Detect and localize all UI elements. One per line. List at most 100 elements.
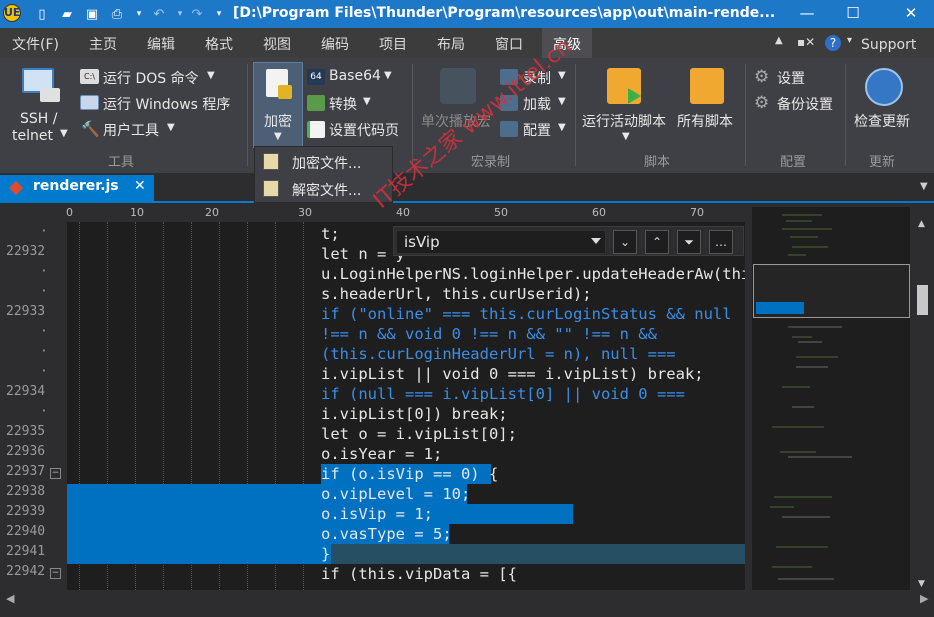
base64-dropdown-icon[interactable]: ▼: [384, 70, 392, 81]
base64-button[interactable]: Base64: [329, 68, 381, 84]
print-icon[interactable]: ⎙: [108, 5, 126, 23]
find-previous-button[interactable]: ⌃: [645, 230, 669, 254]
ruler-label: 50: [494, 206, 508, 219]
column-ruler: 0 10 20 30 40 50 60 70: [0, 205, 745, 222]
open-folder-icon[interactable]: ▰: [58, 5, 76, 23]
help-icon[interactable]: ?: [825, 35, 841, 51]
ssh-dropdown-icon[interactable]: ▼: [60, 128, 68, 139]
menu-encoding[interactable]: 编码: [321, 34, 349, 54]
find-input[interactable]: isVip: [396, 230, 606, 254]
undo-icon[interactable]: ↶: [150, 5, 168, 23]
config-macro-button[interactable]: 配置: [523, 120, 551, 140]
line-number: 22933: [6, 304, 46, 319]
run-windows-button[interactable]: 运行 Windows 程序: [103, 94, 230, 114]
dos-command-icon: C:\: [80, 69, 99, 84]
scroll-up-icon[interactable]: ▲: [918, 219, 925, 229]
ssh-label[interactable]: SSH /: [20, 111, 57, 127]
code-editor[interactable]: t; let n = y u.LoginHelperNS.loginHelper…: [67, 222, 745, 590]
fold-collapse-icon[interactable]: −: [50, 568, 61, 579]
load-macro-button[interactable]: 加载: [523, 94, 551, 114]
scroll-right-icon[interactable]: ▶: [920, 592, 928, 605]
user-tools-dropdown-icon[interactable]: ▼: [167, 122, 175, 133]
menu-file[interactable]: 文件(F): [12, 34, 59, 54]
run-dos-button[interactable]: 运行 DOS 命令: [103, 68, 199, 88]
print-dropdown-icon[interactable]: ▾: [130, 5, 148, 23]
fold-collapse-icon[interactable]: −: [50, 468, 61, 479]
run-script-dropdown-icon[interactable]: ▼: [622, 131, 630, 142]
menu-window[interactable]: 窗口: [495, 34, 523, 54]
encrypt-button[interactable]: 加密 ▼: [253, 62, 303, 148]
support-link[interactable]: Support: [861, 37, 916, 53]
encrypt-file-menu-item[interactable]: 加密文件...: [260, 150, 390, 174]
ribbon-collapse-icon[interactable]: ▲: [775, 35, 783, 46]
line-number: 22941: [6, 544, 46, 559]
convert-dropdown-icon[interactable]: ▼: [363, 96, 371, 107]
dos-dropdown-icon[interactable]: ▼: [207, 70, 215, 81]
user-tools-button[interactable]: 用户工具: [103, 120, 159, 140]
new-file-icon[interactable]: ▯: [33, 5, 51, 23]
run-windows-program-icon: [80, 95, 99, 110]
support-dropdown-icon[interactable]: ▾: [847, 35, 852, 46]
redo-icon[interactable]: ↷: [188, 5, 206, 23]
vertical-scrollbar[interactable]: ▲ ▼: [912, 207, 934, 590]
quick-access-dropdown-icon[interactable]: ▾: [210, 5, 228, 23]
set-code-page-button[interactable]: 设置代码页: [329, 120, 399, 140]
line-number: 22935: [6, 424, 46, 439]
encrypt-file-icon: [263, 153, 279, 170]
config-dropdown-icon[interactable]: ▼: [558, 122, 566, 133]
check-update-button[interactable]: 检查更新: [854, 111, 910, 131]
line-number: 22932: [6, 244, 46, 259]
code-line: !== n && void 0 !== n && "" !== n &&: [321, 325, 657, 343]
lock-icon: [278, 85, 292, 99]
convert-button[interactable]: 转换: [329, 94, 357, 114]
menu-format[interactable]: 格式: [205, 34, 233, 54]
code-line: o.isYear = 1;: [321, 445, 443, 463]
save-icon[interactable]: ▣: [83, 5, 101, 23]
ruler-label: 30: [298, 206, 312, 219]
load-dropdown-icon[interactable]: ▼: [558, 96, 566, 107]
ruler-label: 10: [130, 206, 144, 219]
horizontal-scrollbar[interactable]: ◀ ▶: [0, 590, 934, 617]
settings-button[interactable]: 设置: [777, 68, 805, 88]
telnet-label[interactable]: telnet: [12, 128, 53, 144]
decrypt-file-icon: [263, 180, 279, 197]
minimap[interactable]: [752, 207, 910, 590]
menu-edit[interactable]: 编辑: [147, 34, 175, 54]
menu-layout[interactable]: 布局: [437, 34, 465, 54]
scroll-down-icon[interactable]: ▼: [918, 579, 925, 589]
group-label-macro: 宏录制: [471, 155, 511, 170]
code-line: t;: [321, 225, 340, 243]
record-dropdown-icon[interactable]: ▼: [558, 70, 566, 81]
menu-home[interactable]: 主页: [89, 34, 117, 54]
find-history-dropdown-icon[interactable]: [591, 238, 601, 244]
tab-close-icon[interactable]: ✕: [134, 178, 146, 194]
close-button[interactable]: ✕: [901, 3, 921, 23]
scroll-left-icon[interactable]: ◀: [6, 592, 14, 605]
minimap-code-preview: [770, 214, 852, 580]
minimize-button[interactable]: —: [797, 3, 817, 23]
line-number: ·: [40, 284, 48, 299]
run-active-script-button[interactable]: 运行活动脚本: [582, 111, 666, 131]
find-next-button[interactable]: ⌄: [613, 230, 637, 254]
scrollbar-thumb[interactable]: [917, 285, 928, 315]
code-line: }: [321, 545, 331, 563]
find-filter-button[interactable]: ⏷: [677, 230, 701, 254]
tab-list-dropdown-icon[interactable]: ▼: [920, 181, 928, 192]
menu-project[interactable]: 项目: [379, 34, 407, 54]
code-line: o.isVip = 1;: [321, 505, 433, 523]
window-title: [D:\Program Files\Thunder\Program\resour…: [233, 5, 776, 21]
find-more-button[interactable]: …: [709, 230, 733, 254]
play-icon: [628, 88, 641, 104]
all-scripts-button[interactable]: 所有脚本: [677, 111, 733, 131]
undo-dropdown-icon[interactable]: ▾: [171, 5, 189, 23]
maximize-button[interactable]: ☐: [843, 3, 863, 23]
line-number: 22934: [6, 384, 46, 399]
file-tab[interactable]: renderer.js ✕: [0, 175, 154, 201]
menu-view[interactable]: 视图: [263, 34, 291, 54]
encrypt-file-label: 加密文件...: [292, 156, 362, 172]
ruler-label: 40: [396, 206, 410, 219]
backup-settings-icon: ⚙: [754, 93, 770, 113]
backup-settings-button[interactable]: 备份设置: [777, 94, 833, 114]
play-macro-icon: [440, 68, 476, 104]
window-layout-icon[interactable]: ▪✕: [797, 35, 815, 49]
